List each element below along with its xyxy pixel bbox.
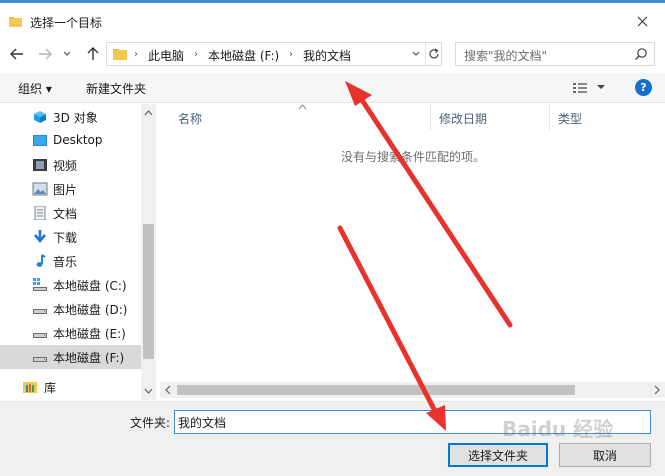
address-row: › 此电脑 › 本地磁盘 (F:) › 我的文档 搜索"我的文档" bbox=[0, 39, 665, 69]
breadcrumb-separator: › bbox=[194, 49, 198, 60]
3d-objects-icon bbox=[32, 110, 48, 124]
breadcrumb-separator: › bbox=[289, 49, 293, 60]
sidebar-item-label: 音乐 bbox=[53, 255, 78, 269]
library-icon bbox=[22, 380, 38, 394]
picture-icon bbox=[32, 182, 48, 196]
download-icon bbox=[32, 230, 48, 244]
sidebar-item[interactable]: 文档 bbox=[0, 201, 141, 225]
nav-scroll-thumb[interactable] bbox=[143, 224, 154, 359]
breadcrumb-my-documents[interactable]: 我的文档 bbox=[303, 47, 351, 64]
search-input[interactable]: 搜索"我的文档" bbox=[455, 42, 655, 66]
cancel-button[interactable]: 取消 bbox=[559, 443, 651, 467]
drive-icon bbox=[32, 350, 48, 364]
up-button[interactable] bbox=[82, 43, 104, 65]
sidebar-item[interactable]: 库 bbox=[0, 375, 141, 399]
breadcrumb-separator: › bbox=[134, 49, 138, 60]
scroll-up-icon[interactable] bbox=[141, 106, 156, 120]
search-placeholder: 搜索"我的文档" bbox=[464, 49, 548, 63]
view-options-icon[interactable] bbox=[572, 81, 588, 95]
sidebar-item[interactable]: 3D 对象 bbox=[0, 105, 141, 129]
sidebar-item-label: 下载 bbox=[53, 231, 78, 245]
refresh-button[interactable] bbox=[425, 43, 442, 65]
sidebar-item[interactable]: 视频 bbox=[0, 153, 141, 177]
new-folder-button[interactable]: 新建文件夹 bbox=[86, 80, 146, 97]
sidebar-item[interactable]: 本地磁盘 (E:) bbox=[0, 321, 141, 345]
search-icon bbox=[635, 48, 647, 60]
navigation-pane: 3D 对象 Desktop 视频图片文档下载音乐本地磁盘 (C:) 本地磁盘 (D:)… bbox=[0, 104, 156, 400]
address-bar[interactable]: › 此电脑 › 本地磁盘 (F:) › 我的文档 bbox=[106, 42, 442, 66]
column-type-label: 类型 bbox=[558, 112, 583, 126]
arrow-up-icon bbox=[87, 47, 99, 60]
back-button[interactable] bbox=[6, 43, 28, 65]
column-header-name[interactable]: 名称 bbox=[158, 104, 430, 130]
sidebar-item-label: 本地磁盘 (E:) bbox=[53, 327, 126, 341]
address-dropdown-button[interactable] bbox=[407, 43, 425, 65]
scroll-left-icon[interactable] bbox=[161, 382, 175, 398]
desktop-icon bbox=[32, 134, 48, 148]
close-icon bbox=[637, 16, 647, 26]
music-icon bbox=[32, 254, 48, 268]
column-modified-label: 修改日期 bbox=[439, 112, 488, 126]
sidebar-item-label: 图片 bbox=[53, 183, 78, 197]
chevron-down-icon bbox=[412, 51, 420, 56]
file-list-pane: 名称 修改日期 类型 没有与搜索条件匹配的项。 bbox=[158, 104, 665, 400]
sidebar-item[interactable]: 图片 bbox=[0, 177, 141, 201]
drive-c-icon bbox=[32, 278, 48, 292]
sidebar-item-label: 库 bbox=[44, 381, 57, 395]
sidebar-item[interactable]: 本地磁盘 (D:) bbox=[0, 297, 141, 321]
sidebar-item-label: 本地磁盘 (D:) bbox=[53, 303, 128, 317]
sidebar-item-label: 视频 bbox=[53, 159, 78, 173]
document-icon bbox=[32, 205, 48, 221]
arrow-left-icon bbox=[10, 48, 23, 60]
recent-locations-button[interactable] bbox=[60, 43, 74, 65]
refresh-icon bbox=[429, 48, 439, 59]
horizontal-scrollbar[interactable] bbox=[160, 382, 665, 398]
close-button[interactable] bbox=[619, 6, 665, 36]
title-bar: 选择一个目标 bbox=[0, 6, 665, 36]
select-folder-button[interactable]: 选择文件夹 bbox=[448, 443, 548, 467]
breadcrumb-this-pc[interactable]: 此电脑 bbox=[148, 47, 184, 64]
column-header-type[interactable]: 类型 bbox=[550, 104, 665, 130]
sidebar-item-label: Desktop bbox=[53, 133, 103, 147]
sidebar-item[interactable]: 本地磁盘 (F:) bbox=[0, 345, 141, 369]
watermark-logo: Baidu 经验 bbox=[502, 417, 614, 441]
arrow-right-icon bbox=[39, 48, 52, 60]
folder-icon bbox=[113, 49, 127, 60]
drive-icon bbox=[32, 326, 48, 340]
forward-button[interactable] bbox=[34, 43, 56, 65]
breadcrumb-drive-f[interactable]: 本地磁盘 (F:) bbox=[208, 47, 279, 64]
sidebar-item[interactable]: 下载 bbox=[0, 225, 141, 249]
nav-scrollbar[interactable] bbox=[141, 104, 156, 400]
sidebar-item[interactable]: 本地磁盘 (C:) bbox=[0, 273, 141, 297]
sidebar-item-label: 本地磁盘 (C:) bbox=[53, 279, 127, 293]
sidebar-item-label: 本地磁盘 (F:) bbox=[53, 351, 125, 365]
scroll-down-icon[interactable] bbox=[141, 384, 156, 398]
file-dialog-window: 选择一个目标 › 此电脑 › 本地磁盘 (F:) › 我的文档 搜索"我的文档"… bbox=[0, 0, 665, 476]
sidebar-item-label: 3D 对象 bbox=[53, 111, 98, 125]
command-bar: 组织 ▾ 新建文件夹 ? bbox=[0, 73, 665, 103]
folder-icon bbox=[9, 17, 22, 27]
chevron-down-icon[interactable] bbox=[596, 81, 606, 93]
column-name-label: 名称 bbox=[178, 112, 203, 126]
window-title: 选择一个目标 bbox=[30, 16, 103, 30]
sidebar-item[interactable]: 音乐 bbox=[0, 249, 141, 273]
chevron-down-icon bbox=[63, 51, 71, 56]
drive-icon bbox=[32, 302, 48, 316]
sidebar-item-label: 文档 bbox=[53, 207, 78, 221]
video-icon bbox=[32, 158, 48, 172]
sidebar-item[interactable]: Desktop bbox=[0, 129, 141, 153]
column-header-modified[interactable]: 修改日期 bbox=[431, 104, 549, 130]
horizontal-scroll-thumb[interactable] bbox=[177, 385, 575, 395]
scroll-right-icon[interactable] bbox=[650, 382, 664, 398]
help-icon[interactable]: ? bbox=[635, 79, 652, 96]
empty-message: 没有与搜索条件匹配的项。 bbox=[341, 150, 486, 164]
folder-name-label: 文件夹: bbox=[130, 416, 171, 430]
organize-button[interactable]: 组织 ▾ bbox=[18, 80, 52, 97]
